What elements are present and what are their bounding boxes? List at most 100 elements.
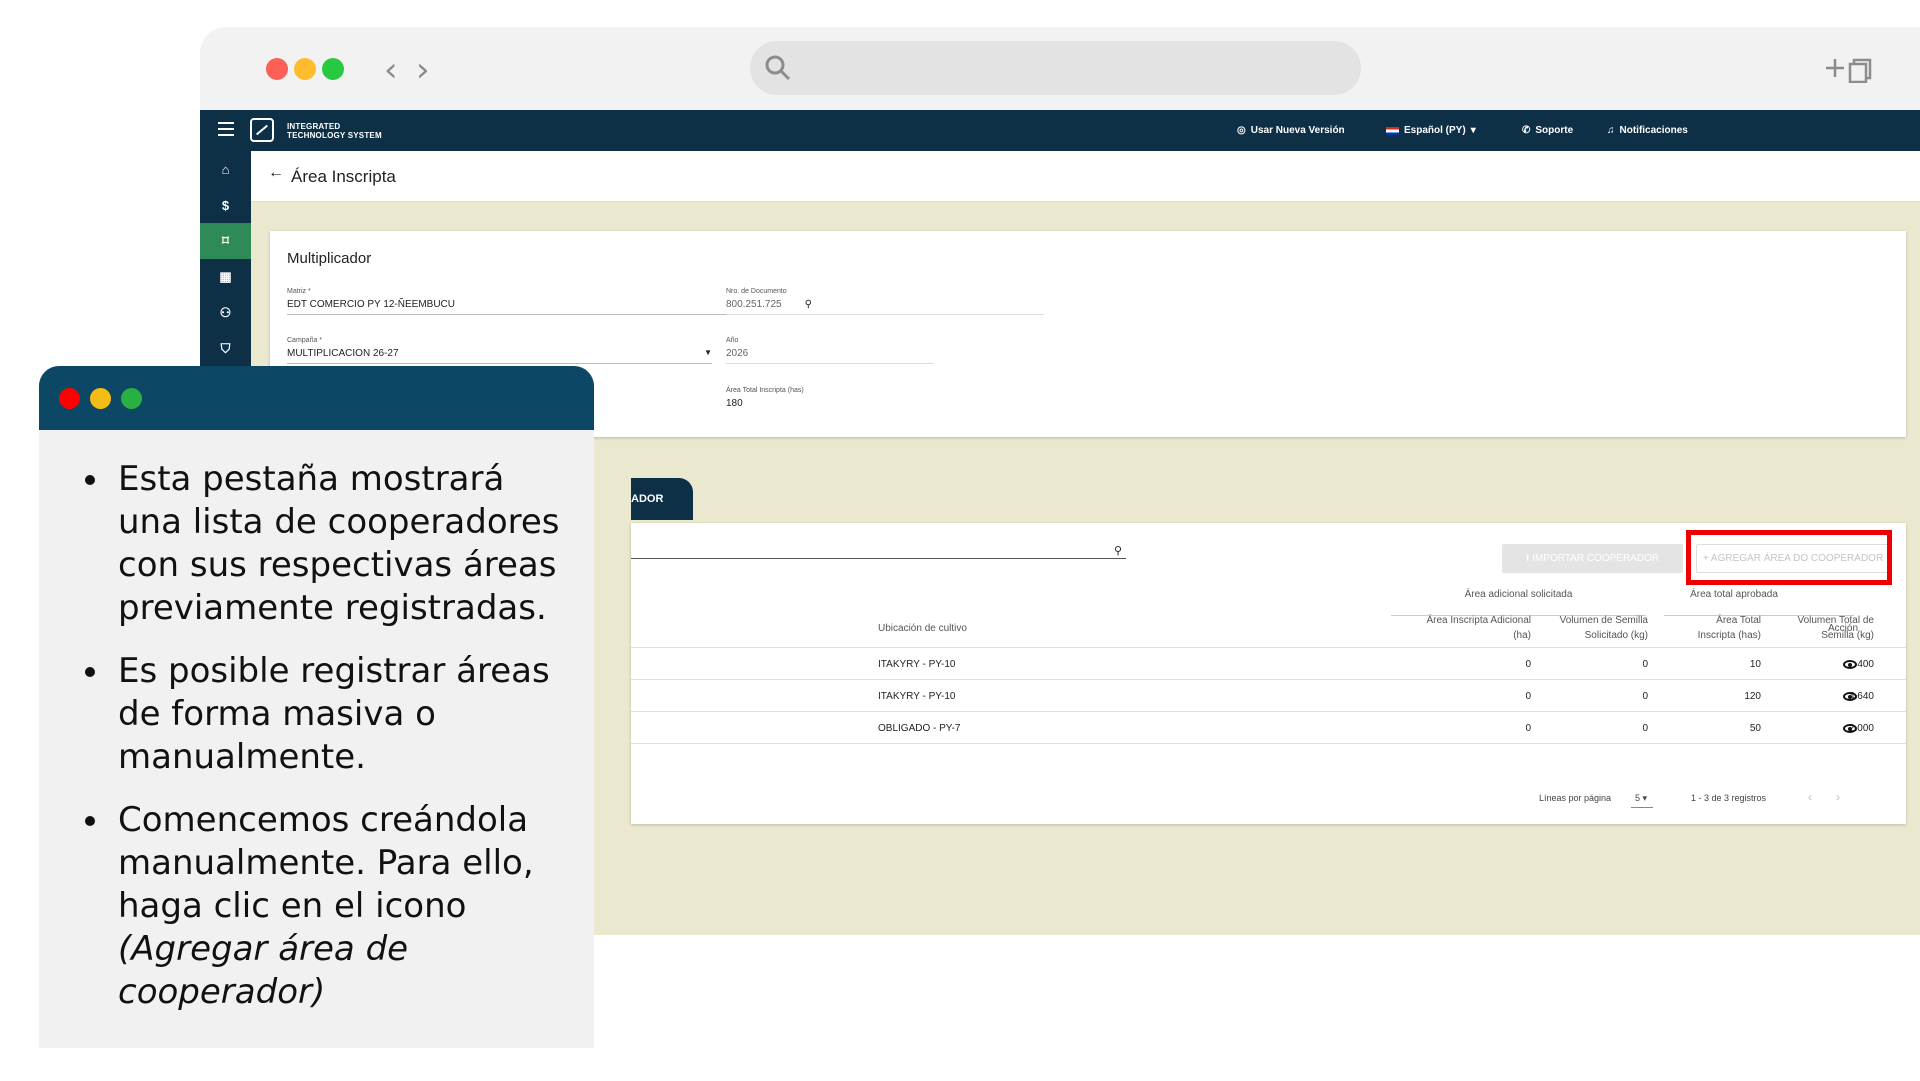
eye-icon[interactable] bbox=[1843, 692, 1857, 701]
caret-down-icon: ▾ bbox=[1470, 125, 1476, 136]
documento-field: Nro. de Documento 800.251.725 bbox=[726, 288, 1044, 315]
logo-line1: INTEGRATED bbox=[287, 122, 341, 131]
campana-value: MULTIPLICACION 26-27 bbox=[287, 348, 399, 359]
paraguay-flag-icon bbox=[1386, 126, 1399, 135]
minimize-dot bbox=[90, 388, 111, 409]
header-area-total: Área Total Inscripta (has) bbox=[1661, 613, 1761, 643]
import-cooperador-button[interactable]: ⭱ IMPORTAR COOPERADOR bbox=[1502, 544, 1683, 573]
campana-label: Campaña * bbox=[287, 337, 323, 344]
instruction-bullet: Esta pestaña mostrará una lista de coope… bbox=[112, 458, 574, 630]
search-icon bbox=[765, 55, 791, 81]
cell-vol-total: 400 bbox=[1857, 659, 1874, 670]
new-version-label: Usar Nueva Versión bbox=[1250, 125, 1345, 136]
campana-select[interactable]: Campaña * MULTIPLICACION 26-27 ▼ bbox=[287, 337, 712, 364]
new-version-link[interactable]: ◎ Usar Nueva Versión bbox=[1237, 110, 1345, 151]
area-total-field: Área Total Inscripta (has) 180 bbox=[726, 387, 934, 413]
forward-arrow-icon[interactable]: › bbox=[416, 53, 430, 87]
search-input[interactable] bbox=[631, 558, 1126, 559]
back-arrow-icon[interactable]: ‹ bbox=[384, 53, 398, 87]
import-label: IMPORTAR COOPERADOR bbox=[1532, 553, 1660, 564]
rows-per-page-select[interactable]: 5 ▾ bbox=[1631, 793, 1654, 808]
eye-icon[interactable] bbox=[1843, 724, 1857, 733]
cell-vol-solicitado: 0 bbox=[1642, 723, 1648, 734]
instruction-bullet: Comencemos creándola manualmente. Para e… bbox=[112, 799, 574, 1014]
logo-text: INTEGRATED TECHNOLOGY SYSTEM bbox=[287, 122, 382, 140]
group-header-approved: Área total aprobada bbox=[1690, 589, 1778, 600]
report-icon[interactable]: ▦ bbox=[200, 259, 251, 295]
documento-label: Nro. de Documento bbox=[726, 288, 787, 295]
language-select[interactable]: Español (PY) ▾ bbox=[1386, 110, 1476, 151]
header-ubicacion: Ubicación de cultivo bbox=[878, 623, 967, 634]
header-line: Área Total bbox=[1716, 615, 1761, 626]
minimize-window-dot[interactable] bbox=[294, 58, 316, 80]
row-divider bbox=[631, 647, 1906, 648]
anio-field: Año 2026 bbox=[726, 337, 934, 364]
cell-ubicacion: OBLIGADO - PY-7 bbox=[878, 723, 961, 734]
notifications-link[interactable]: ♫ Notificaciones bbox=[1607, 110, 1688, 151]
cell-ubicacion: ITAKYRY - PY-10 bbox=[878, 659, 956, 670]
instruction-bullet-text: Comencemos creándola manualmente. Para e… bbox=[118, 800, 534, 926]
new-tab-icon[interactable] bbox=[1824, 53, 1876, 83]
card-title: Multiplicador bbox=[287, 250, 372, 267]
phone-icon: ✆ bbox=[1522, 125, 1531, 136]
header-area-adicional: Área Inscripta Adicional (ha) bbox=[1391, 613, 1531, 643]
shield-icon[interactable]: ⛉ bbox=[200, 331, 251, 367]
cell-area-adicional: 0 bbox=[1525, 723, 1531, 734]
instruction-bullet-italic: (Agregar área de cooperador) bbox=[118, 929, 409, 1012]
anio-label: Año bbox=[726, 337, 739, 344]
cell-vol-solicitado: 0 bbox=[1642, 659, 1648, 670]
instruction-bullet: Es posible registrar áreas de forma masi… bbox=[112, 650, 574, 779]
cell-vol-solicitado: 0 bbox=[1642, 691, 1648, 702]
highlight-box bbox=[1686, 530, 1892, 585]
next-page-icon[interactable]: › bbox=[1836, 790, 1840, 804]
app-topbar: INTEGRATED TECHNOLOGY SYSTEM ◎ Usar Nuev… bbox=[200, 110, 1920, 151]
close-window-dot[interactable] bbox=[266, 58, 288, 80]
support-label: Soporte bbox=[1535, 125, 1574, 136]
cell-area-adicional: 0 bbox=[1525, 691, 1531, 702]
logo-icon bbox=[250, 118, 274, 142]
palette-icon: ◎ bbox=[1237, 125, 1246, 136]
header-accion: Acción bbox=[1828, 623, 1859, 634]
row-divider bbox=[631, 711, 1906, 712]
menu-icon[interactable] bbox=[218, 122, 234, 138]
caret-down-icon: ▼ bbox=[704, 348, 712, 357]
cell-area-adicional: 0 bbox=[1525, 659, 1531, 670]
cell-area-total: 50 bbox=[1749, 723, 1761, 734]
header-vol-solicitado: Volumen de Semilla Solicitado (kg) bbox=[1531, 613, 1648, 643]
address-bar[interactable] bbox=[750, 41, 1361, 95]
pagination-range: 1 - 3 de 3 registros bbox=[1691, 793, 1767, 803]
area-icon[interactable]: ⌑ bbox=[200, 223, 251, 259]
anio-value: 2026 bbox=[726, 348, 934, 364]
tab-cooperador[interactable]: ADOR bbox=[631, 478, 693, 520]
bell-icon: ♫ bbox=[1607, 125, 1615, 136]
instruction-card: Esta pestaña mostrará una lista de coope… bbox=[39, 366, 594, 1048]
instruction-text: Esta pestaña mostrará una lista de coope… bbox=[84, 458, 574, 1034]
language-label: Español (PY) bbox=[1404, 125, 1466, 136]
row-divider bbox=[631, 743, 1906, 744]
support-link[interactable]: ✆ Soporte bbox=[1522, 110, 1573, 151]
browser-chrome: ‹ › bbox=[200, 27, 1920, 110]
maximize-window-dot[interactable] bbox=[322, 58, 344, 80]
close-dot bbox=[59, 388, 80, 409]
cell-vol-total: 4.640 bbox=[1848, 691, 1874, 702]
cell-ubicacion: ITAKYRY - PY-10 bbox=[878, 691, 956, 702]
page-title: Área Inscripta bbox=[291, 167, 396, 186]
upload-icon: ⭱ bbox=[1525, 553, 1530, 564]
users-icon[interactable]: ⚇ bbox=[200, 295, 251, 331]
area-total-value: 180 bbox=[726, 398, 743, 409]
campana-value-row: MULTIPLICACION 26-27 ▼ bbox=[287, 348, 712, 364]
notifications-label: Notificaciones bbox=[1619, 125, 1688, 136]
back-icon[interactable]: ← bbox=[268, 164, 284, 182]
dollar-icon[interactable]: $ bbox=[200, 187, 251, 223]
cell-area-total: 10 bbox=[1749, 659, 1761, 670]
page-header: ← Área Inscripta bbox=[251, 151, 1920, 202]
rows-per-page-label: Líneas por página bbox=[1539, 793, 1612, 803]
cooperadores-card: ⚲ ⭱ IMPORTAR COOPERADOR + AGREGAR ÁREA D… bbox=[631, 523, 1906, 824]
rows-per-page-value: 5 bbox=[1635, 793, 1641, 803]
tab-cooperador-label: ADOR bbox=[631, 493, 664, 505]
eye-icon[interactable] bbox=[1843, 660, 1857, 669]
home-icon[interactable]: ⌂ bbox=[200, 151, 251, 187]
search-icon[interactable]: ⚲ bbox=[1114, 544, 1122, 557]
prev-page-icon[interactable]: ‹ bbox=[1808, 790, 1812, 804]
header-line: (ha) bbox=[1513, 630, 1531, 641]
